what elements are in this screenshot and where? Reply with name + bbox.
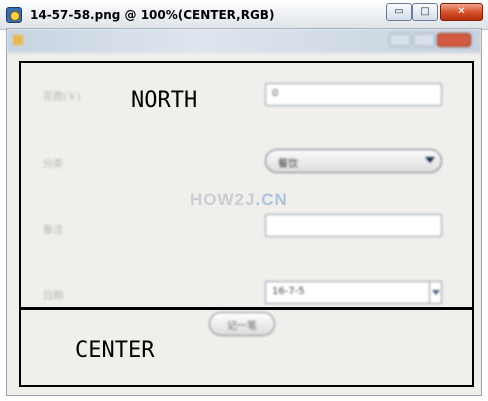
inner-app-icon — [13, 35, 23, 45]
inner-window-controls — [389, 33, 471, 47]
minimize-button[interactable]: ▭ — [386, 3, 412, 21]
north-region-outline — [19, 61, 474, 310]
watermark: HOW2J.CN — [190, 190, 288, 210]
inner-maximize-icon — [413, 33, 435, 47]
minimize-icon: ▭ — [394, 6, 404, 17]
close-icon: ✕ — [457, 6, 466, 17]
inner-minimize-icon — [389, 33, 411, 47]
close-button[interactable]: ✕ — [440, 3, 483, 21]
inner-title-bar — [7, 29, 481, 53]
watermark-main: HOW2J — [190, 190, 256, 209]
maximize-icon: □ — [420, 6, 430, 17]
maximize-button[interactable]: □ — [412, 3, 438, 21]
app-icon — [6, 7, 22, 23]
watermark-accent: .CN — [255, 190, 288, 209]
window-title: 14-57-58.png @ 100%(CENTER,RGB) — [30, 8, 275, 22]
outer-title-bar: 14-57-58.png @ 100%(CENTER,RGB) ▭ □ ✕ — [0, 0, 488, 30]
north-label: NORTH — [131, 88, 198, 113]
center-label: CENTER — [75, 338, 155, 363]
inner-close-icon — [437, 33, 471, 47]
